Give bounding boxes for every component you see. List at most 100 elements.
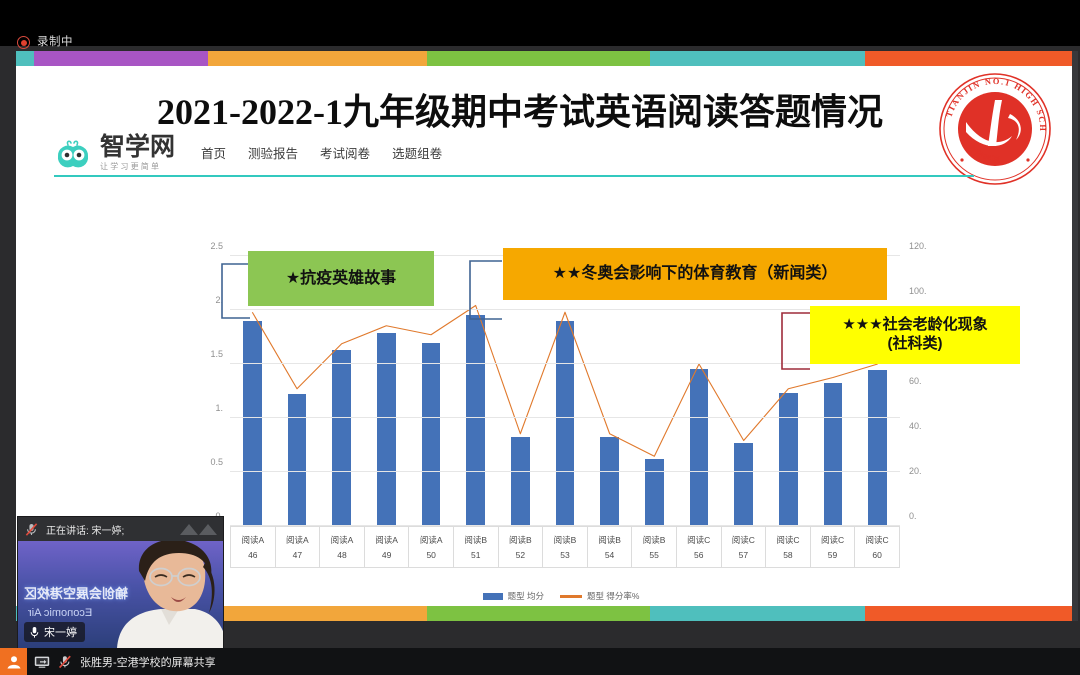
x-axis-category: 阅读C [687,535,711,545]
callout-green: ★抗疫英雄故事 [248,251,434,306]
x-axis-category: 阅读C [820,535,845,545]
x-axis-question-number: 49 [381,550,392,560]
callout-yellow-line2: (社科类) [887,335,943,352]
stripe-segment [427,51,651,66]
x-axis-cell: 阅读A 48 [320,527,365,567]
x-axis-cell: 阅读B 51 [454,527,499,567]
x-axis-cell: 阅读A 47 [276,527,321,567]
speaker-video-feed: 输创会展空港校区 Economic Air 宋一婷 [18,541,223,648]
zhixue-logo-text: 智学网 [100,133,176,161]
stripe-segment [208,606,428,621]
nav-item-paper-builder[interactable]: 选题组卷 [392,143,442,162]
x-axis-category-table: 阅读A 46 阅读A 47 阅读A 48 阅读A 49 阅读A 50 阅读B 51 阅读B 52 阅读B 53… [230,526,900,568]
legend-item-average: 题型 均分 [482,590,544,602]
x-axis-question-number: 58 [783,550,793,560]
x-axis-question-number: 59 [827,550,838,560]
nav-item-home[interactable]: 首页 [201,143,226,162]
stripe-segment [427,606,651,621]
gridline [230,417,900,418]
callout-yellow: ★★★社会老龄化现象 (社科类) [810,306,1020,364]
x-axis-question-number: 50 [426,550,436,560]
stripe-segment [33,51,209,66]
page-title: 2021-2022-1九年级期中考试英语阅读答题情况 [157,92,883,132]
x-axis-cell: 阅读B 54 [588,527,633,567]
nav-item-exam-grading[interactable]: 考试阅卷 [320,143,370,162]
zoom-meeting-window: 录制中 2021-2022-1九年级期中考试英语阅读答题情况 TIANJIN N… [0,0,1080,675]
speaker-portrait [117,541,223,648]
stripe-segment [865,606,1076,621]
speaker-name: 宋一婷 [44,627,77,639]
zhixue-logo-tagline: 让学习更简单 [100,162,162,171]
speaker-video-overlay[interactable]: 正在讲话: 宋一婷; 输创会展空港校区 Economic Air 宋一婷 [18,517,223,648]
speaking-label: 正在讲话: 宋一婷; [46,525,125,537]
x-axis-cell: 阅读B 55 [632,527,677,567]
callout-yellow-line1: ★★★社会老龄化现象 [842,316,988,334]
speaker-name-badge: 宋一婷 [24,622,85,642]
x-axis-question-number: 56 [694,550,704,560]
x-axis-cell: 阅读C 59 [811,527,856,567]
x-axis-category: 阅读C [731,535,755,545]
x-axis-category: 阅读B [464,535,488,545]
bottom-status-bar: 张胜男-空港学校的屏幕共享 [0,648,1080,675]
speaker-video-header: 正在讲话: 宋一婷; [18,517,223,541]
slide-top-stripe [16,51,1076,66]
nav-item-test-report[interactable]: 测验报告 [248,143,298,162]
x-axis-category: 阅读B [509,535,532,545]
legend-swatch-line [559,594,582,598]
x-axis-question-number: 48 [337,550,347,560]
y-axis-tick-left: 1. [215,403,223,413]
legend-label-scorerate: 题型 得分率% [586,591,640,601]
screen-share-status-text: 张胜男-空港学校的屏幕共享 [80,656,216,669]
x-axis-question-number: 60 [872,550,882,560]
x-axis-cell: 阅读C 58 [766,527,811,567]
x-axis-category: 阅读C [865,535,889,545]
x-axis-category: 阅读B [642,535,666,545]
recording-bar: 录制中 [0,0,1080,49]
chevron-up-icon[interactable] [180,523,217,535]
x-axis-category: 阅读A [330,535,354,545]
y-axis-tick-right: 100. [909,286,927,296]
zhixue-logo: 智学网 让学习更简单 [54,135,175,171]
screen-share-icon[interactable] [34,655,50,669]
x-axis-category: 阅读A [375,535,398,545]
x-axis-cell: 阅读C 60 [855,527,900,567]
x-axis-question-number: 52 [515,550,526,560]
stripe-segment [650,606,866,621]
x-axis-category: 阅读C [776,535,800,545]
x-axis-question-number: 47 [292,550,303,560]
legend-item-scorerate: 题型 得分率% [559,590,640,602]
x-axis-cell: 阅读B 52 [499,527,544,567]
x-axis-cell: 阅读C 57 [722,527,767,567]
stripe-segment [650,51,866,66]
virtual-bg-text-2: Economic Air [28,607,93,619]
chart-legend: 题型 均分 题型 得分率% [166,590,956,602]
x-axis-cell: 阅读A 49 [365,527,410,567]
stripe-segment [865,51,1076,66]
y-axis-tick-right: 60. [909,376,922,386]
legend-label-average: 题型 均分 [507,591,544,601]
mic-off-icon[interactable] [57,655,73,669]
owl-logo-icon [54,139,94,171]
callout-orange: ★★冬奥会影响下的体育教育（新闻类） [503,248,887,300]
x-axis-cell: 阅读A 50 [409,527,454,567]
x-axis-cell: 阅读A 46 [231,527,276,567]
x-axis-category: 阅读A [241,535,265,545]
x-axis-question-number: 55 [649,550,659,560]
y-axis-tick-right: 20. [909,466,922,476]
x-axis-category: 阅读A [419,535,443,545]
x-axis-question-number: 51 [471,550,481,560]
legend-swatch-bar [482,592,503,600]
nav-items: 首页 测验报告 考试阅卷 选题组卷 [201,143,442,164]
x-axis-cell: 阅读B 53 [543,527,588,567]
participant-icon[interactable] [0,648,27,675]
recording-label: 录制中 [37,36,73,48]
x-axis-question-number: 57 [738,550,749,560]
record-dot-icon [17,36,30,49]
y-axis-tick-right: 40. [909,421,922,431]
x-axis-question-number: 46 [248,550,258,560]
gridline [230,309,900,310]
y-axis-tick-right: 0. [909,511,917,521]
x-axis-category: 阅读A [286,535,309,545]
x-axis-question-number: 53 [560,550,570,560]
scrollbar[interactable] [1072,51,1078,621]
